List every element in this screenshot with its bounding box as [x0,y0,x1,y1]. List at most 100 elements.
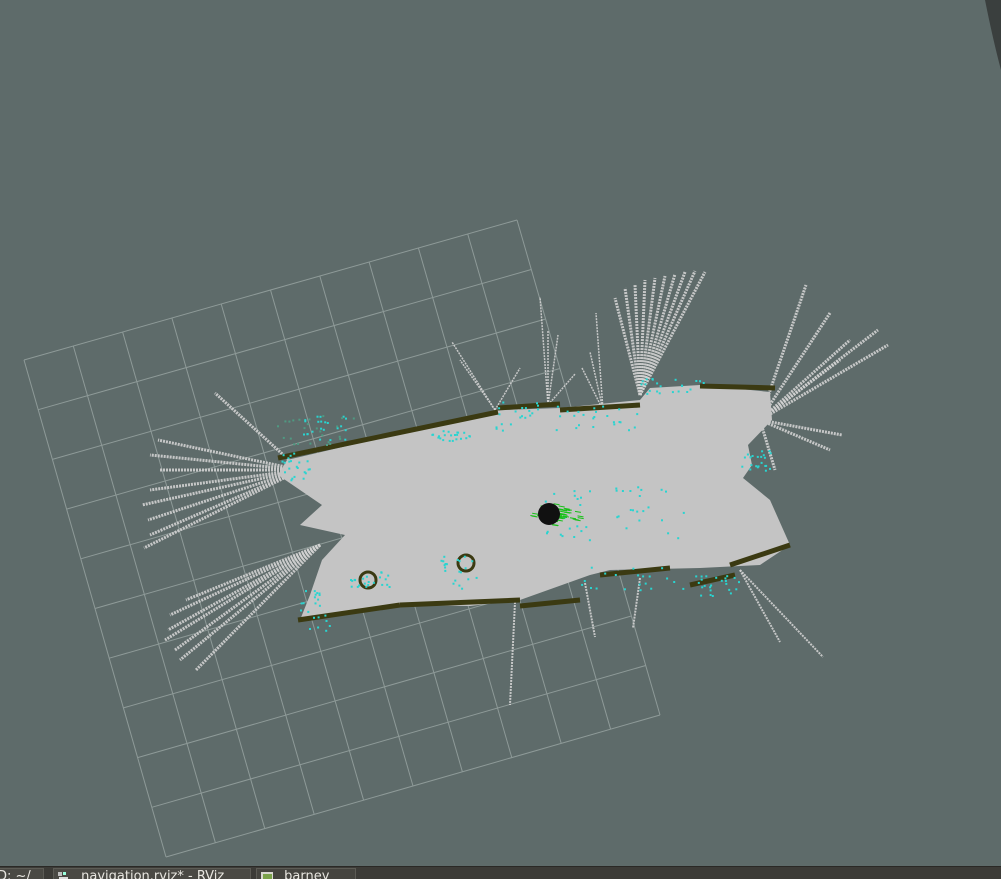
rviz-3d-viewport[interactable] [0,0,1001,866]
costmap-cell [648,575,651,578]
costmap-cell [298,418,301,421]
costmap-cell [768,450,771,452]
costmap-cell [384,578,387,581]
costmap-cell [314,593,317,596]
costmap-cell [576,498,579,500]
costmap-cell [317,420,320,423]
costmap-cell [733,576,736,579]
costmap-cell [309,442,312,445]
costmap-cell [356,585,359,588]
costmap-cell [697,581,700,584]
costmap-cell [637,574,640,577]
costmap-cell [460,437,462,440]
costmap-cell [387,574,390,577]
costmap-cell [318,604,321,607]
costmap-cell [749,456,752,459]
obstacle-wall [497,401,561,411]
costmap-cell [455,438,458,441]
costmap-cell [578,424,580,427]
costmap-cell [388,586,391,588]
costmap-cell [288,420,291,423]
costmap-cell [290,479,293,482]
taskbar-item-rviz[interactable]: navigation.rviz* - RViz [53,868,251,879]
costmap-cell [561,535,564,538]
costmap-cell [284,420,287,423]
map-scene[interactable] [0,0,1001,866]
costmap-cell [665,490,667,493]
costmap-cell [454,434,456,436]
costmap-cell [763,456,766,459]
costmap-cell [282,454,285,457]
costmap-cell [307,610,310,613]
taskbar-item-folder[interactable]: barney [256,868,356,879]
costmap-cell [461,587,464,590]
costmap-cell [456,559,459,561]
costmap-cell [345,417,347,420]
costmap-cell [761,450,764,453]
laser-ray [509,601,516,706]
costmap-cell [339,437,342,440]
costmap-cell [583,580,586,582]
costmap-cell [344,438,347,441]
costmap-cell [638,495,641,497]
costmap-cell [751,455,754,457]
costmap-cell [705,575,708,578]
costmap-cell [282,436,285,439]
costmap-cell [589,490,591,493]
costmap-cell [621,490,624,492]
costmap-cell [463,431,466,434]
costmap-cell [304,420,307,423]
costmap-cell [293,475,296,478]
costmap-cell [324,614,327,617]
costmap-cell [495,427,498,430]
costmap-cell [306,460,309,463]
laser-ray [164,543,321,642]
costmap-cell [590,587,592,589]
costmap-cell [367,581,370,583]
costmap-cell [336,427,339,430]
costmap-cell [363,582,366,585]
costmap-cell [372,581,375,584]
costmap-cell [316,415,319,418]
costmap-cell [471,560,474,563]
costmap-cell [590,566,593,569]
costmap-cell [308,468,311,471]
costmap-cell [498,407,501,410]
costmap-cell [306,433,309,436]
costmap-cell [537,408,539,411]
costmap-cell [536,402,538,405]
costmap-cell [537,404,539,407]
costmap-cell [638,519,641,522]
costmap-cell [644,582,647,585]
costmap-cell [650,587,653,590]
costmap-cell [658,392,661,395]
grid-line [137,615,632,759]
costmap-cell [604,572,607,575]
costmap-cell [362,577,365,580]
laser-ray [739,569,824,658]
costmap-cell [743,456,746,459]
occupancy-map-free-space [278,385,790,620]
costmap-cell [695,575,698,578]
costmap-cell [681,385,684,387]
costmap-cell [695,380,698,382]
costmap-cell [677,390,680,393]
laser-ray [638,270,697,396]
laser-ray [179,543,321,662]
laser-ray [595,312,604,411]
costmap-cell [313,596,316,599]
costmap-cell [500,423,503,426]
costmap-cell [656,390,659,393]
costmap-cell [667,532,670,535]
taskbar-item-terminal[interactable]: D: ~/ [0,868,44,879]
costmap-cell [317,616,320,619]
costmap-cell [700,594,703,597]
costmap-cell [741,465,744,468]
costmap-cell [465,437,468,440]
costmap-cell [765,464,768,467]
costmap-cell [756,466,759,469]
robot-base[interactable] [538,503,560,525]
costmap-cell [281,460,284,463]
costmap-cell [701,586,704,589]
costmap-cell [318,592,321,595]
